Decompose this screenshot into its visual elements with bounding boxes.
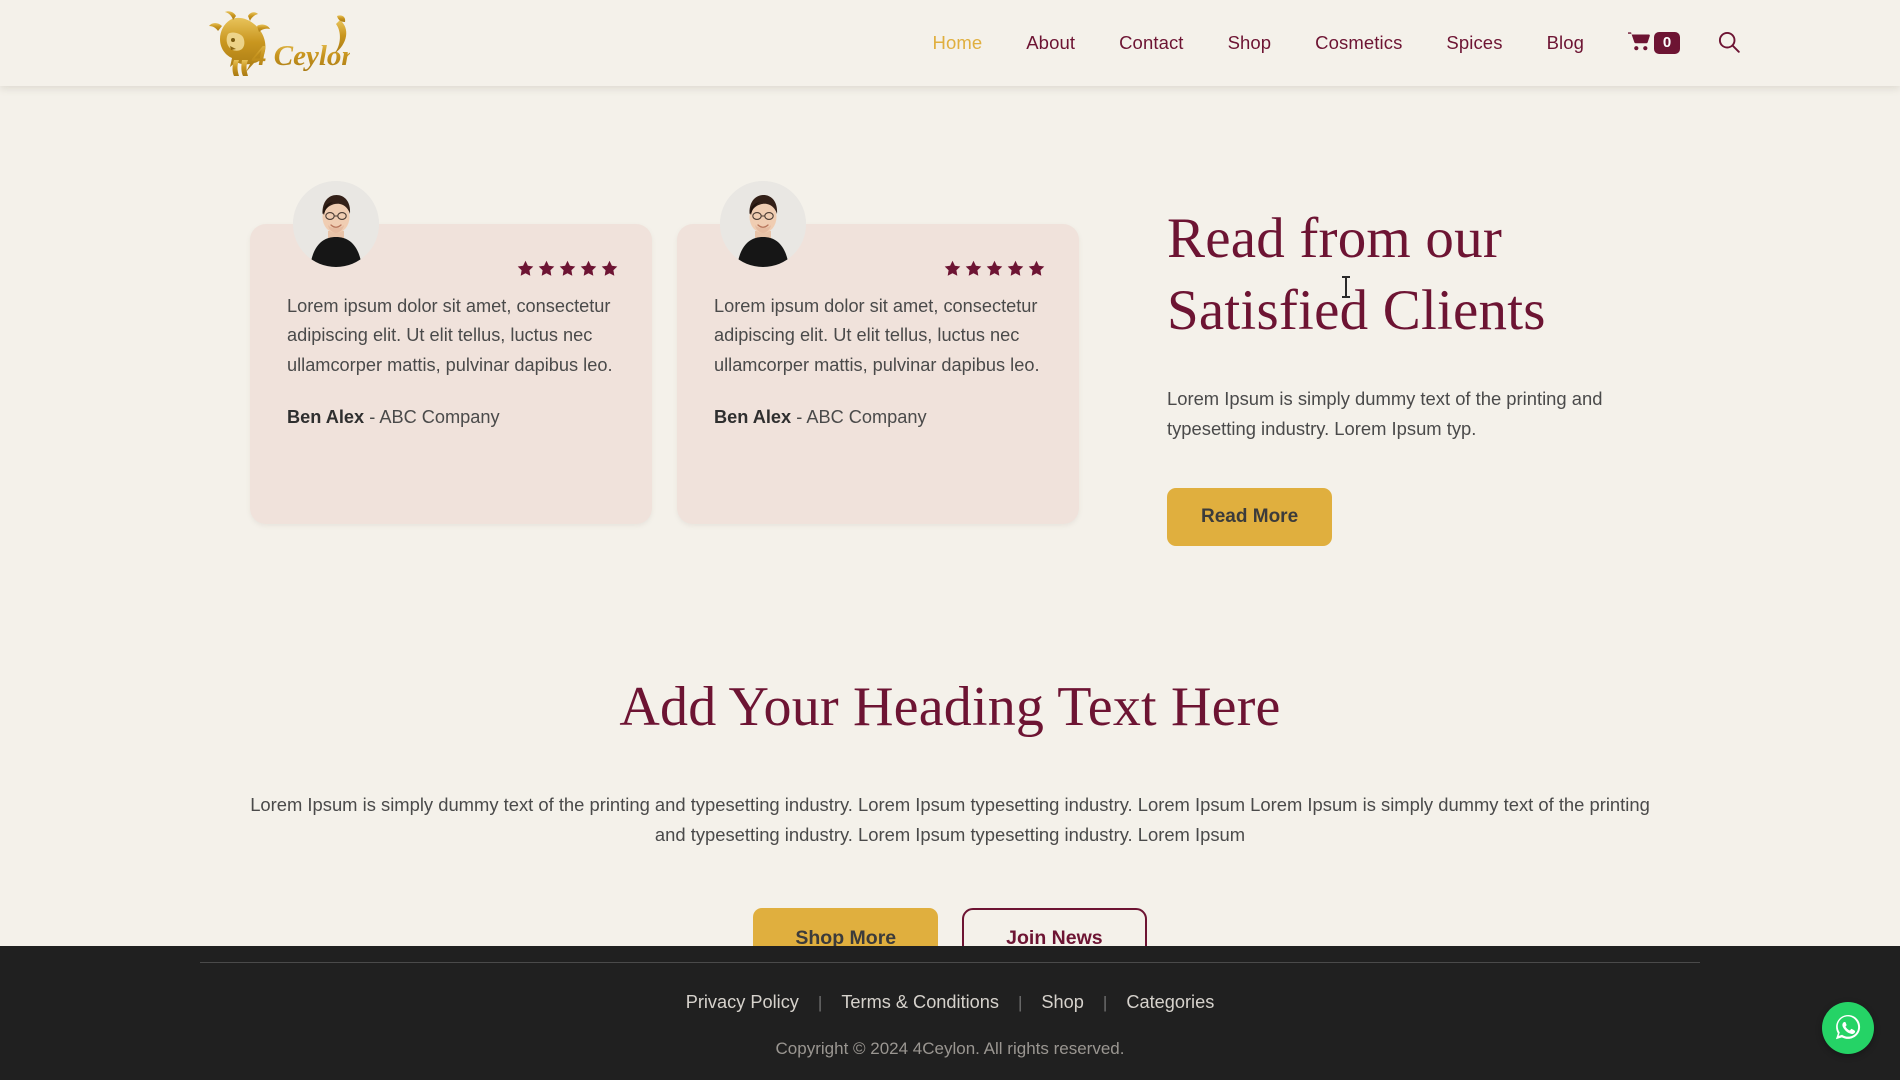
lion-head-icon: 4 Ceylon bbox=[200, 10, 350, 76]
nav-item-shop[interactable]: Shop bbox=[1206, 33, 1294, 53]
read-from-clients-column: Read from our Satisfied Clients Lorem Ip… bbox=[1167, 181, 1687, 547]
footer-navigation: Privacy Policy | Terms & Conditions | Sh… bbox=[0, 992, 1900, 1013]
nav-item-contact[interactable]: Contact bbox=[1097, 33, 1205, 53]
testimonial-author: Ben Alex - ABC Company bbox=[714, 407, 1042, 428]
whatsapp-icon bbox=[1833, 1012, 1863, 1045]
testimonial-card: Lorem ipsum dolor sit amet, consectetur … bbox=[677, 181, 1079, 524]
rating-stars bbox=[517, 260, 618, 282]
testimonial-author-company: - ABC Company bbox=[796, 407, 927, 428]
cart-count-badge: 0 bbox=[1654, 32, 1680, 54]
whatsapp-chat-button[interactable] bbox=[1822, 1002, 1874, 1054]
testimonials-section: Lorem ipsum dolor sit amet, consectetur … bbox=[0, 86, 1900, 547]
star-filled-icon bbox=[1007, 260, 1024, 282]
main-navigation: Home About Contact Shop Cosmetics Spices… bbox=[910, 31, 1900, 56]
footer-link-categories[interactable]: Categories bbox=[1107, 992, 1233, 1013]
testimonial-author-name: Ben Alex bbox=[714, 407, 792, 428]
cart-button[interactable]: 0 bbox=[1606, 31, 1696, 56]
nav-item-about[interactable]: About bbox=[1004, 33, 1097, 53]
rating-stars bbox=[944, 260, 1045, 282]
nav-item-home[interactable]: Home bbox=[910, 33, 1004, 53]
testimonial-quote: Lorem ipsum dolor sit amet, consectetur … bbox=[287, 296, 613, 375]
site-header: 4 Ceylon Home About Contact Shop Cosmeti… bbox=[0, 0, 1900, 86]
testimonial-author-name: Ben Alex bbox=[287, 407, 365, 428]
site-footer: Privacy Policy | Terms & Conditions | Sh… bbox=[0, 946, 1900, 1080]
star-filled-icon bbox=[580, 260, 597, 282]
read-more-button[interactable]: Read More bbox=[1167, 488, 1333, 547]
testimonial-author: Ben Alex - ABC Company bbox=[287, 407, 615, 428]
nav-item-cosmetics[interactable]: Cosmetics bbox=[1293, 33, 1424, 53]
testimonial-card: Lorem ipsum dolor sit amet, consectetur … bbox=[250, 181, 652, 524]
star-filled-icon bbox=[601, 260, 618, 282]
avatar bbox=[293, 181, 379, 267]
read-heading-line-1: Read from our bbox=[1167, 207, 1502, 270]
testimonial-author-company: - ABC Company bbox=[369, 407, 500, 428]
star-filled-icon bbox=[944, 260, 961, 282]
avatar bbox=[720, 181, 806, 267]
footer-link-terms-conditions[interactable]: Terms & Conditions bbox=[822, 992, 1018, 1013]
footer-copyright: Copyright © 2024 4Ceylon. All rights res… bbox=[775, 1039, 1125, 1058]
read-heading-line-2: Satisfied Clients bbox=[1167, 279, 1546, 343]
read-more-button-wrap: Read More bbox=[1167, 488, 1687, 547]
nav-item-spices[interactable]: Spices bbox=[1424, 33, 1524, 53]
footer-link-privacy-policy[interactable]: Privacy Policy bbox=[667, 992, 818, 1013]
section-body: Lorem Ipsum is simply dummy text of the … bbox=[250, 793, 1650, 845]
star-filled-icon bbox=[538, 260, 555, 282]
testimonial-quote: Lorem ipsum dolor sit amet, consectetur … bbox=[714, 296, 1040, 375]
logo-text: 4 Ceylon bbox=[251, 40, 350, 72]
read-section-heading: Read from our Satisfied Clients bbox=[1167, 203, 1687, 348]
read-section-body: Lorem Ipsum is simply dummy text of the … bbox=[1167, 387, 1603, 439]
heading-cta-section: Add Your Heading Text Here Lorem Ipsum i… bbox=[0, 546, 1900, 1005]
star-filled-icon bbox=[965, 260, 982, 282]
star-filled-icon bbox=[1028, 260, 1045, 282]
search-icon bbox=[1718, 31, 1740, 56]
nav-item-blog[interactable]: Blog bbox=[1525, 33, 1606, 53]
footer-link-shop[interactable]: Shop bbox=[1022, 992, 1102, 1013]
footer-divider bbox=[200, 962, 1700, 963]
search-button[interactable] bbox=[1696, 31, 1750, 56]
star-filled-icon bbox=[559, 260, 576, 282]
star-filled-icon bbox=[517, 260, 534, 282]
shopping-cart-icon bbox=[1628, 31, 1650, 56]
star-filled-icon bbox=[986, 260, 1003, 282]
site-logo[interactable]: 4 Ceylon bbox=[200, 0, 350, 86]
section-heading: Add Your Heading Text Here bbox=[619, 676, 1281, 739]
testimonial-cards-container: Lorem ipsum dolor sit amet, consectetur … bbox=[250, 181, 1079, 524]
